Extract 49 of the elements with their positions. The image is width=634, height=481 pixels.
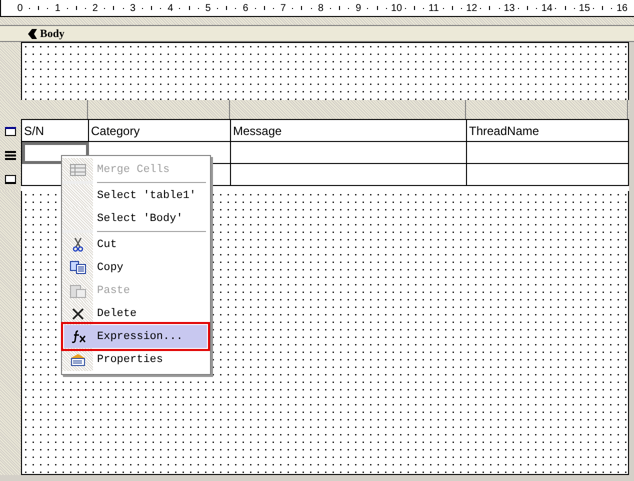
table-cell[interactable] bbox=[466, 142, 628, 164]
footer-row-icon[interactable] bbox=[5, 174, 16, 184]
column-header-cell[interactable]: ThreadName bbox=[466, 120, 628, 142]
header-row-icon[interactable] bbox=[5, 126, 16, 136]
ruler-number: 11 bbox=[428, 2, 439, 14]
column-header-cell[interactable]: Category bbox=[88, 120, 230, 142]
ruler-number: 4 bbox=[166, 2, 174, 14]
paste-icon bbox=[70, 284, 86, 298]
ruler-number: 7 bbox=[279, 2, 287, 14]
ruler-number: 10 bbox=[390, 2, 401, 14]
table-cell[interactable] bbox=[22, 142, 88, 164]
menu-item[interactable]: Expression... bbox=[64, 325, 207, 348]
ruler-number: 5 bbox=[204, 2, 212, 14]
ruler-number: 1 bbox=[54, 2, 62, 14]
ruler-number: 12 bbox=[466, 2, 476, 14]
menu-item[interactable]: Delete bbox=[62, 302, 208, 325]
column-header-cell[interactable]: S/N bbox=[22, 120, 88, 142]
band-label: Body bbox=[40, 28, 64, 40]
design-canvas[interactable] bbox=[21, 42, 629, 100]
menu-item[interactable]: Properties bbox=[62, 348, 208, 371]
ruler-number: 0 bbox=[16, 2, 24, 14]
menu-item[interactable]: Copy bbox=[62, 256, 208, 279]
table-cell[interactable] bbox=[230, 164, 466, 186]
ruler-number: 3 bbox=[129, 2, 137, 14]
column-header-cell[interactable]: Message bbox=[230, 120, 466, 142]
copy-icon bbox=[70, 261, 86, 274]
ruler-number: 15 bbox=[578, 2, 589, 14]
ruler-number: 6 bbox=[242, 2, 250, 14]
detail-row-icon[interactable] bbox=[5, 150, 16, 160]
band-header[interactable]: Body bbox=[0, 26, 634, 42]
ruler-number: 16 bbox=[616, 2, 626, 14]
menu-item[interactable]: Select 'table1' bbox=[62, 184, 208, 207]
merge-cells-icon bbox=[70, 164, 86, 176]
arrow-icon bbox=[28, 28, 38, 38]
band-side-strip bbox=[0, 42, 21, 100]
table-cell[interactable] bbox=[466, 164, 628, 186]
menu-item[interactable]: Select 'Body' bbox=[62, 207, 208, 230]
scissors-icon bbox=[72, 238, 82, 252]
properties-icon bbox=[70, 354, 86, 366]
ruler-number: 8 bbox=[316, 2, 325, 14]
ruler-number: 13 bbox=[504, 2, 514, 14]
function-icon bbox=[72, 330, 86, 343]
ruler-number: 2 bbox=[91, 2, 99, 14]
menu-item[interactable]: Cut bbox=[62, 233, 208, 256]
ruler-number: 9 bbox=[354, 2, 362, 14]
delete-icon bbox=[72, 308, 84, 320]
ruler-number: 14 bbox=[541, 2, 552, 14]
column-handle-bar[interactable] bbox=[21, 100, 629, 119]
table-cell[interactable] bbox=[230, 142, 466, 164]
